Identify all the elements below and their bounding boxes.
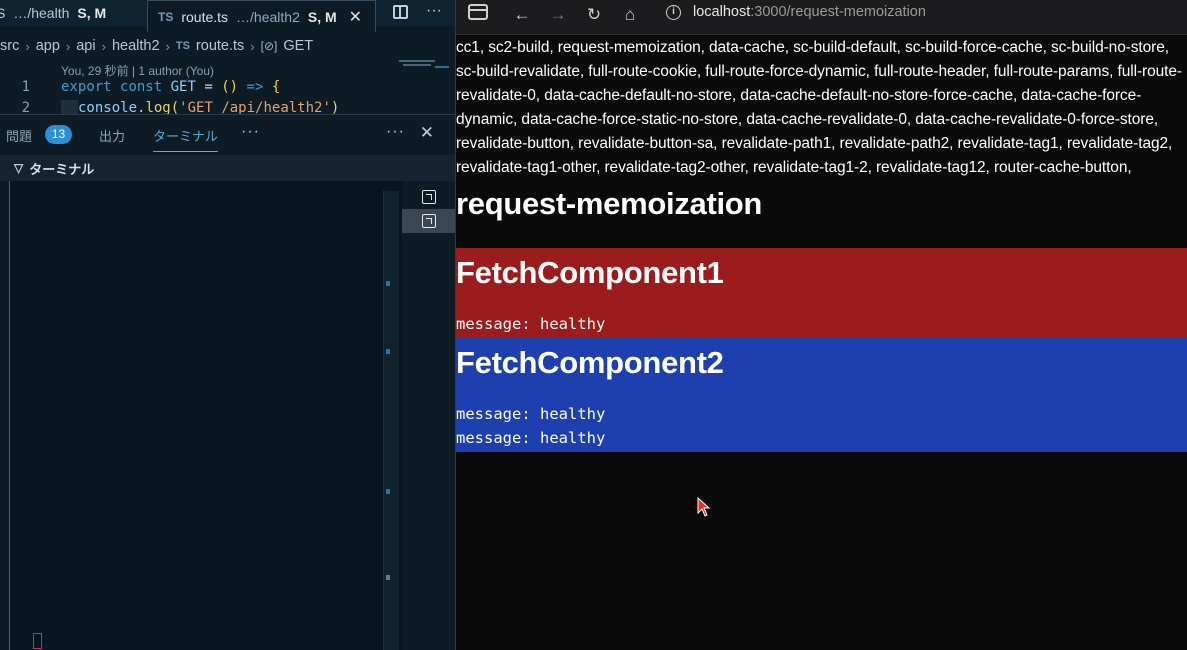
breadcrumb-health2[interactable]: health2 xyxy=(112,38,160,54)
code-token: ) xyxy=(330,100,340,114)
chevron-right-icon: › xyxy=(25,38,30,54)
browser-toolbar: ← → ↻ ⌂ i localhost:3000/request-memoiza… xyxy=(456,0,1187,35)
terminal-instance-icon xyxy=(422,214,436,228)
scroll-marker xyxy=(386,349,390,354)
vscode-window: S …/health S, M TS route.ts …/health2 S,… xyxy=(0,0,456,650)
code-token: => xyxy=(246,79,264,95)
address-bar[interactable]: localhost:3000/request-memoization xyxy=(693,4,926,20)
fetch-component-title: FetchComponent1 xyxy=(456,255,724,290)
forward-arrow-icon[interactable]: → xyxy=(546,5,570,25)
split-editor-icon[interactable] xyxy=(393,5,409,19)
scroll-marker xyxy=(386,489,390,494)
fetch-component-title: FetchComponent2 xyxy=(456,345,724,380)
terminal-instance-icon xyxy=(422,190,436,204)
message-line: message: healthy xyxy=(456,315,606,333)
chevron-right-icon: › xyxy=(65,38,71,54)
scroll-marker xyxy=(386,575,390,580)
page-title: request-memoization xyxy=(456,186,763,221)
terminal-instance[interactable] xyxy=(402,209,455,233)
minimap[interactable] xyxy=(395,60,455,74)
code-token: () xyxy=(221,79,239,95)
close-icon[interactable]: ✕ xyxy=(349,7,362,27)
web-page: cc1, sc2-build, request-memoization, dat… xyxy=(456,36,1187,452)
tab-filename: route.ts xyxy=(181,8,229,25)
code-token: .log( xyxy=(137,100,180,114)
breadcrumb-api[interactable]: api xyxy=(76,38,95,54)
terminal-scrollbar[interactable] xyxy=(383,191,399,650)
mouse-cursor-icon xyxy=(697,496,711,517)
route-links[interactable]: cc1, sc2-build, request-memoization, dat… xyxy=(456,36,1187,180)
tab-lang-icon: S xyxy=(0,5,5,21)
breadcrumb-get[interactable]: GET xyxy=(283,38,313,54)
line-number: 1 xyxy=(21,79,30,95)
code-token: const xyxy=(120,79,163,95)
editor-tab-bar: S …/health S, M TS route.ts …/health2 S,… xyxy=(0,0,455,32)
fetch-component-1: FetchComponent1 message: healthy xyxy=(456,248,1187,338)
tab-path: …/health2 xyxy=(236,8,300,25)
tab-status: S, M xyxy=(77,5,107,21)
tab-terminal[interactable]: ターミナル xyxy=(153,126,219,152)
reload-icon[interactable]: ↻ xyxy=(582,5,606,25)
message-line: message: healthy xyxy=(456,405,606,423)
terminal-section-header[interactable]: ▽ ターミナル xyxy=(0,155,455,181)
chevron-right-icon: › xyxy=(165,38,170,54)
browser-window: ← → ↻ ⌂ i localhost:3000/request-memoiza… xyxy=(456,0,1187,650)
terminal-header-label: ターミナル xyxy=(29,161,95,177)
scroll-marker xyxy=(386,281,390,286)
sidebar-toggle-icon[interactable] xyxy=(468,4,488,20)
home-icon[interactable]: ⌂ xyxy=(618,5,642,25)
breadcrumb-src[interactable]: src xyxy=(0,38,19,54)
tab-output[interactable]: 出力 xyxy=(99,126,125,145)
code-token: { xyxy=(271,79,281,95)
git-blame-annotation: You, 29 秒前 | 1 author (You) xyxy=(61,64,214,78)
code-token: export xyxy=(61,79,112,95)
close-icon[interactable]: ✕ xyxy=(420,123,434,143)
tab-health2-route[interactable]: TS route.ts …/health2 S, M ✕ xyxy=(147,0,376,32)
bottom-panel: 問題 13 出力 ターミナル ··· ··· ✕ ▽ ターミナル xyxy=(0,114,455,650)
more-icon[interactable]: ··· xyxy=(386,123,405,141)
breadcrumb-route-ts[interactable]: route.ts xyxy=(196,38,244,54)
terminal-output[interactable] xyxy=(9,181,402,650)
message-line: message: healthy xyxy=(456,429,606,447)
url-path: :3000/request-memoization xyxy=(750,4,926,20)
tab-status: S, M xyxy=(307,8,337,25)
code-line[interactable]: 1 export const GET = () => { xyxy=(0,79,281,99)
breadcrumb: src › app › api › health2 › TS route.ts … xyxy=(0,35,313,57)
code-token: console xyxy=(78,100,138,114)
terminal-instance-list xyxy=(402,181,455,650)
line-number: 2 xyxy=(21,100,30,114)
editor-actions: ··· xyxy=(393,2,442,20)
symbol-method-icon: [⊘] xyxy=(260,39,278,53)
tab-problems[interactable]: 問題 xyxy=(6,126,32,145)
chevron-down-icon: ▽ xyxy=(14,161,24,175)
back-arrow-icon[interactable]: ← xyxy=(510,5,534,25)
tab-path: …/health xyxy=(13,5,70,21)
chevron-right-icon: › xyxy=(101,38,106,54)
fetch-component-2: FetchComponent2 message: healthy message… xyxy=(456,338,1187,452)
code-token: GET xyxy=(170,79,196,95)
tab-health-route[interactable]: S …/health S, M xyxy=(0,0,138,26)
problems-count-badge: 13 xyxy=(45,125,72,144)
code-line[interactable]: 2 console .log( 'GET /api/health2' ) xyxy=(0,100,339,114)
typescript-icon: TS xyxy=(175,40,190,52)
terminal-cursor xyxy=(33,633,42,649)
code-token: 'GET /api/health2' xyxy=(179,100,331,114)
more-icon[interactable]: ··· xyxy=(241,123,260,141)
indent-guide xyxy=(61,100,78,114)
breadcrumb-app[interactable]: app xyxy=(36,38,60,54)
chevron-right-icon: › xyxy=(250,38,255,54)
url-host: localhost xyxy=(693,4,751,20)
code-token: = xyxy=(204,79,213,95)
more-icon[interactable]: ··· xyxy=(426,2,442,20)
terminal-instance[interactable] xyxy=(402,185,455,209)
panel-tabs: 問題 13 出力 ターミナル ··· ··· ✕ xyxy=(0,115,455,152)
typescript-icon: TS xyxy=(158,9,174,24)
info-icon[interactable]: i xyxy=(666,5,681,20)
